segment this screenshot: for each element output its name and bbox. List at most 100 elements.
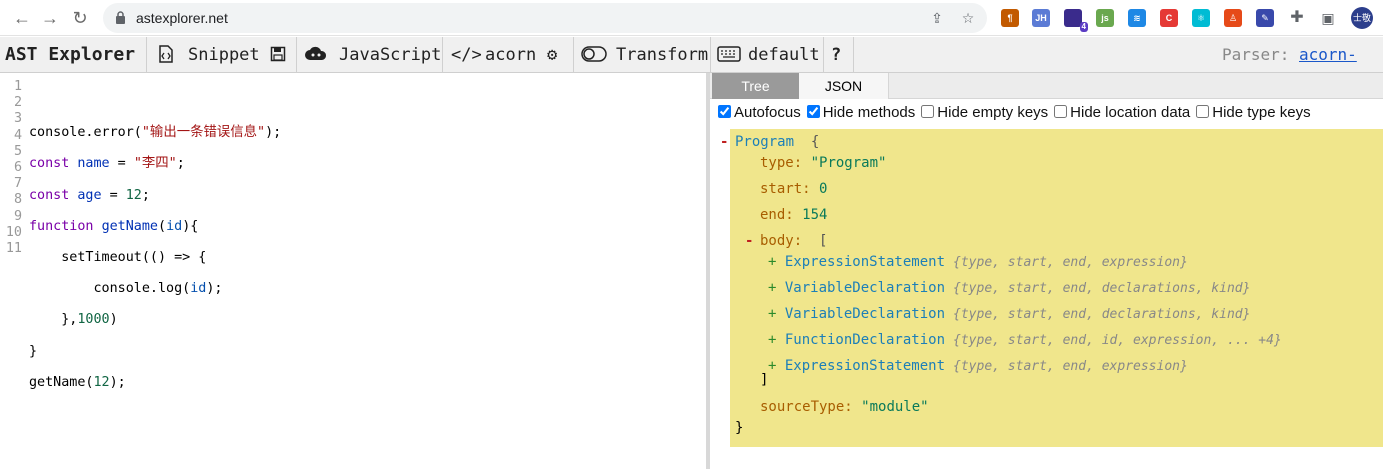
tree-body-node[interactable]: + VariableDeclaration {type, start, end, …: [768, 306, 1250, 322]
share-icon[interactable]: ⇪: [929, 10, 945, 26]
expand-toggle[interactable]: +: [768, 358, 785, 374]
back-icon[interactable]: ←: [10, 6, 34, 30]
help-button[interactable]: ?: [831, 37, 841, 73]
react-extension[interactable]: ⚛: [1192, 9, 1210, 27]
toolbar-divider: [853, 37, 854, 73]
code-line: }: [29, 343, 38, 359]
option-checkbox[interactable]: [1196, 105, 1210, 118]
option-checkbox[interactable]: [718, 105, 731, 118]
js-extension[interactable]: js: [1096, 9, 1114, 27]
code-icon: </>: [451, 45, 482, 65]
app-title[interactable]: AST Explorer: [5, 37, 135, 73]
tab-tree[interactable]: Tree: [712, 73, 799, 99]
tree-property: sourceType: "module": [760, 399, 929, 415]
keymap-selector[interactable]: default: [748, 37, 820, 73]
lock-icon: [116, 11, 125, 24]
line-number: 11: [5, 240, 22, 256]
option-hide-empty-keys[interactable]: Hide empty keys: [921, 104, 1048, 121]
node-type-name[interactable]: ExpressionStatement: [785, 254, 945, 270]
option-hide-type-keys[interactable]: Hide type keys: [1196, 104, 1311, 121]
line-number: 10: [5, 224, 22, 240]
transform-toggle-icon[interactable]: [581, 37, 607, 73]
node-type-name[interactable]: VariableDeclaration: [785, 280, 945, 296]
parser-label: Parser:: [1222, 45, 1290, 64]
purple-extension[interactable]: 4: [1064, 9, 1088, 32]
tree-extension[interactable]: ♙: [1224, 9, 1242, 27]
jh-extension[interactable]: JH: [1032, 9, 1050, 27]
collapse-toggle[interactable]: -: [745, 233, 753, 249]
save-icon[interactable]: [270, 37, 286, 73]
tab-json[interactable]: JSON: [799, 73, 889, 99]
node-summary: {type, start, end, expression}: [953, 255, 1188, 270]
code-line: const name = "李四";: [29, 156, 185, 172]
code-content[interactable]: console.error("输出一条错误信息"); const name = …: [29, 79, 281, 452]
node-type-name[interactable]: FunctionDeclaration: [785, 332, 945, 348]
tree-property-body[interactable]: body: [: [760, 233, 827, 249]
pilcrow-extension[interactable]: ¶: [1001, 9, 1019, 27]
option-checkbox[interactable]: [921, 105, 935, 118]
tree-property: start: 0: [760, 181, 828, 197]
option-checkbox[interactable]: [806, 105, 820, 118]
address-bar[interactable]: astexplorer.net ⇪ ☆: [103, 3, 987, 33]
code-line: setTimeout(() => {: [29, 249, 207, 265]
tree-root-node[interactable]: Program {: [735, 134, 819, 150]
language-selector[interactable]: JavaScript: [339, 37, 441, 73]
c-extension[interactable]: C: [1160, 9, 1178, 27]
option-label: Hide location data: [1070, 104, 1191, 121]
snippet-button[interactable]: Snippet: [188, 37, 260, 73]
node-type-name[interactable]: ExpressionStatement: [785, 358, 945, 374]
toolbar-divider: [296, 37, 297, 73]
tree-body-node[interactable]: + ExpressionStatement {type, start, end, …: [768, 358, 1188, 374]
node-type-name[interactable]: VariableDeclaration: [785, 306, 945, 322]
ast-tree: - Program { type: "Program" start: 0 end…: [720, 129, 1383, 447]
browser-chrome: ← → ↻ astexplorer.net ⇪ ☆ ¶ JH 4 js ≋ C ⚛ ♙ ✎ ✚ …: [0, 0, 1383, 36]
profile-avatar[interactable]: 士敬: [1351, 7, 1373, 29]
expand-toggle[interactable]: +: [768, 280, 785, 296]
node-summary: {type, start, end, declarations, kind}: [953, 307, 1251, 322]
option-checkbox[interactable]: [1054, 105, 1068, 118]
node-summary: {type, start, end, declarations, kind}: [953, 281, 1251, 296]
toolbar-divider: [573, 37, 574, 73]
tree-body-node[interactable]: + VariableDeclaration {type, start, end, …: [768, 280, 1250, 296]
ast-output-panel: Tree JSON Autofocus Hide methods Hide empt…: [710, 73, 1383, 469]
option-hide-methods[interactable]: Hide methods: [806, 104, 916, 121]
parser-version-link[interactable]: acorn-8.7: [1299, 37, 1383, 100]
parser-selector[interactable]: acorn: [485, 37, 536, 73]
line-number: 3: [13, 111, 22, 127]
node-summary: {type, start, end, expression}: [953, 359, 1188, 374]
pen-extension[interactable]: ✎: [1256, 9, 1274, 27]
output-tabs: Tree JSON: [710, 73, 1383, 99]
extensions-puzzle-icon[interactable]: ✚: [1289, 10, 1305, 26]
option-hide-location-data[interactable]: Hide location data: [1054, 104, 1190, 121]
forward-icon[interactable]: →: [38, 6, 62, 30]
bookmark-star-icon[interactable]: ☆: [960, 10, 976, 26]
line-number: 1: [13, 79, 22, 94]
code-line: function getName(id){: [29, 218, 199, 234]
line-number: 6: [13, 159, 22, 175]
option-label: Hide methods: [822, 104, 916, 121]
reload-icon[interactable]: ↻: [68, 6, 92, 30]
option-autofocus[interactable]: Autofocus: [718, 104, 801, 121]
keyboard-icon: [717, 37, 741, 73]
language-icon: [304, 37, 328, 73]
app-toolbar: AST Explorer Snippet JavaScript </> acor…: [0, 37, 1383, 100]
tree-body-node[interactable]: + FunctionDeclaration {type, start, end, …: [768, 332, 1282, 348]
toolbar-divider: [442, 37, 443, 73]
expand-toggle[interactable]: +: [768, 306, 785, 322]
side-panel-icon[interactable]: ▣: [1320, 10, 1336, 26]
tree-body-node[interactable]: + ExpressionStatement {type, start, end, …: [768, 254, 1188, 270]
tree-options: Autofocus Hide methods Hide empty keys Hide…: [718, 104, 1317, 126]
collapse-toggle[interactable]: -: [720, 134, 728, 150]
expand-toggle[interactable]: +: [768, 254, 785, 270]
code-line: console.log(id);: [29, 281, 223, 297]
toolbar-divider: [823, 37, 824, 73]
transform-button[interactable]: Transform: [616, 37, 708, 73]
parser-settings-gear-icon[interactable]: ⚙: [547, 37, 557, 73]
expand-toggle[interactable]: +: [768, 332, 785, 348]
tree-property: end: 154: [760, 207, 828, 223]
code-editor[interactable]: 1 2 3 4 5 6 7 8 9 10 11 console.error("输出一条错误信息");…: [0, 73, 706, 469]
layers-extension[interactable]: ≋: [1128, 9, 1146, 27]
node-summary: {type, start, end, id, expression, ... +…: [953, 333, 1282, 348]
line-number: 5: [13, 143, 22, 159]
